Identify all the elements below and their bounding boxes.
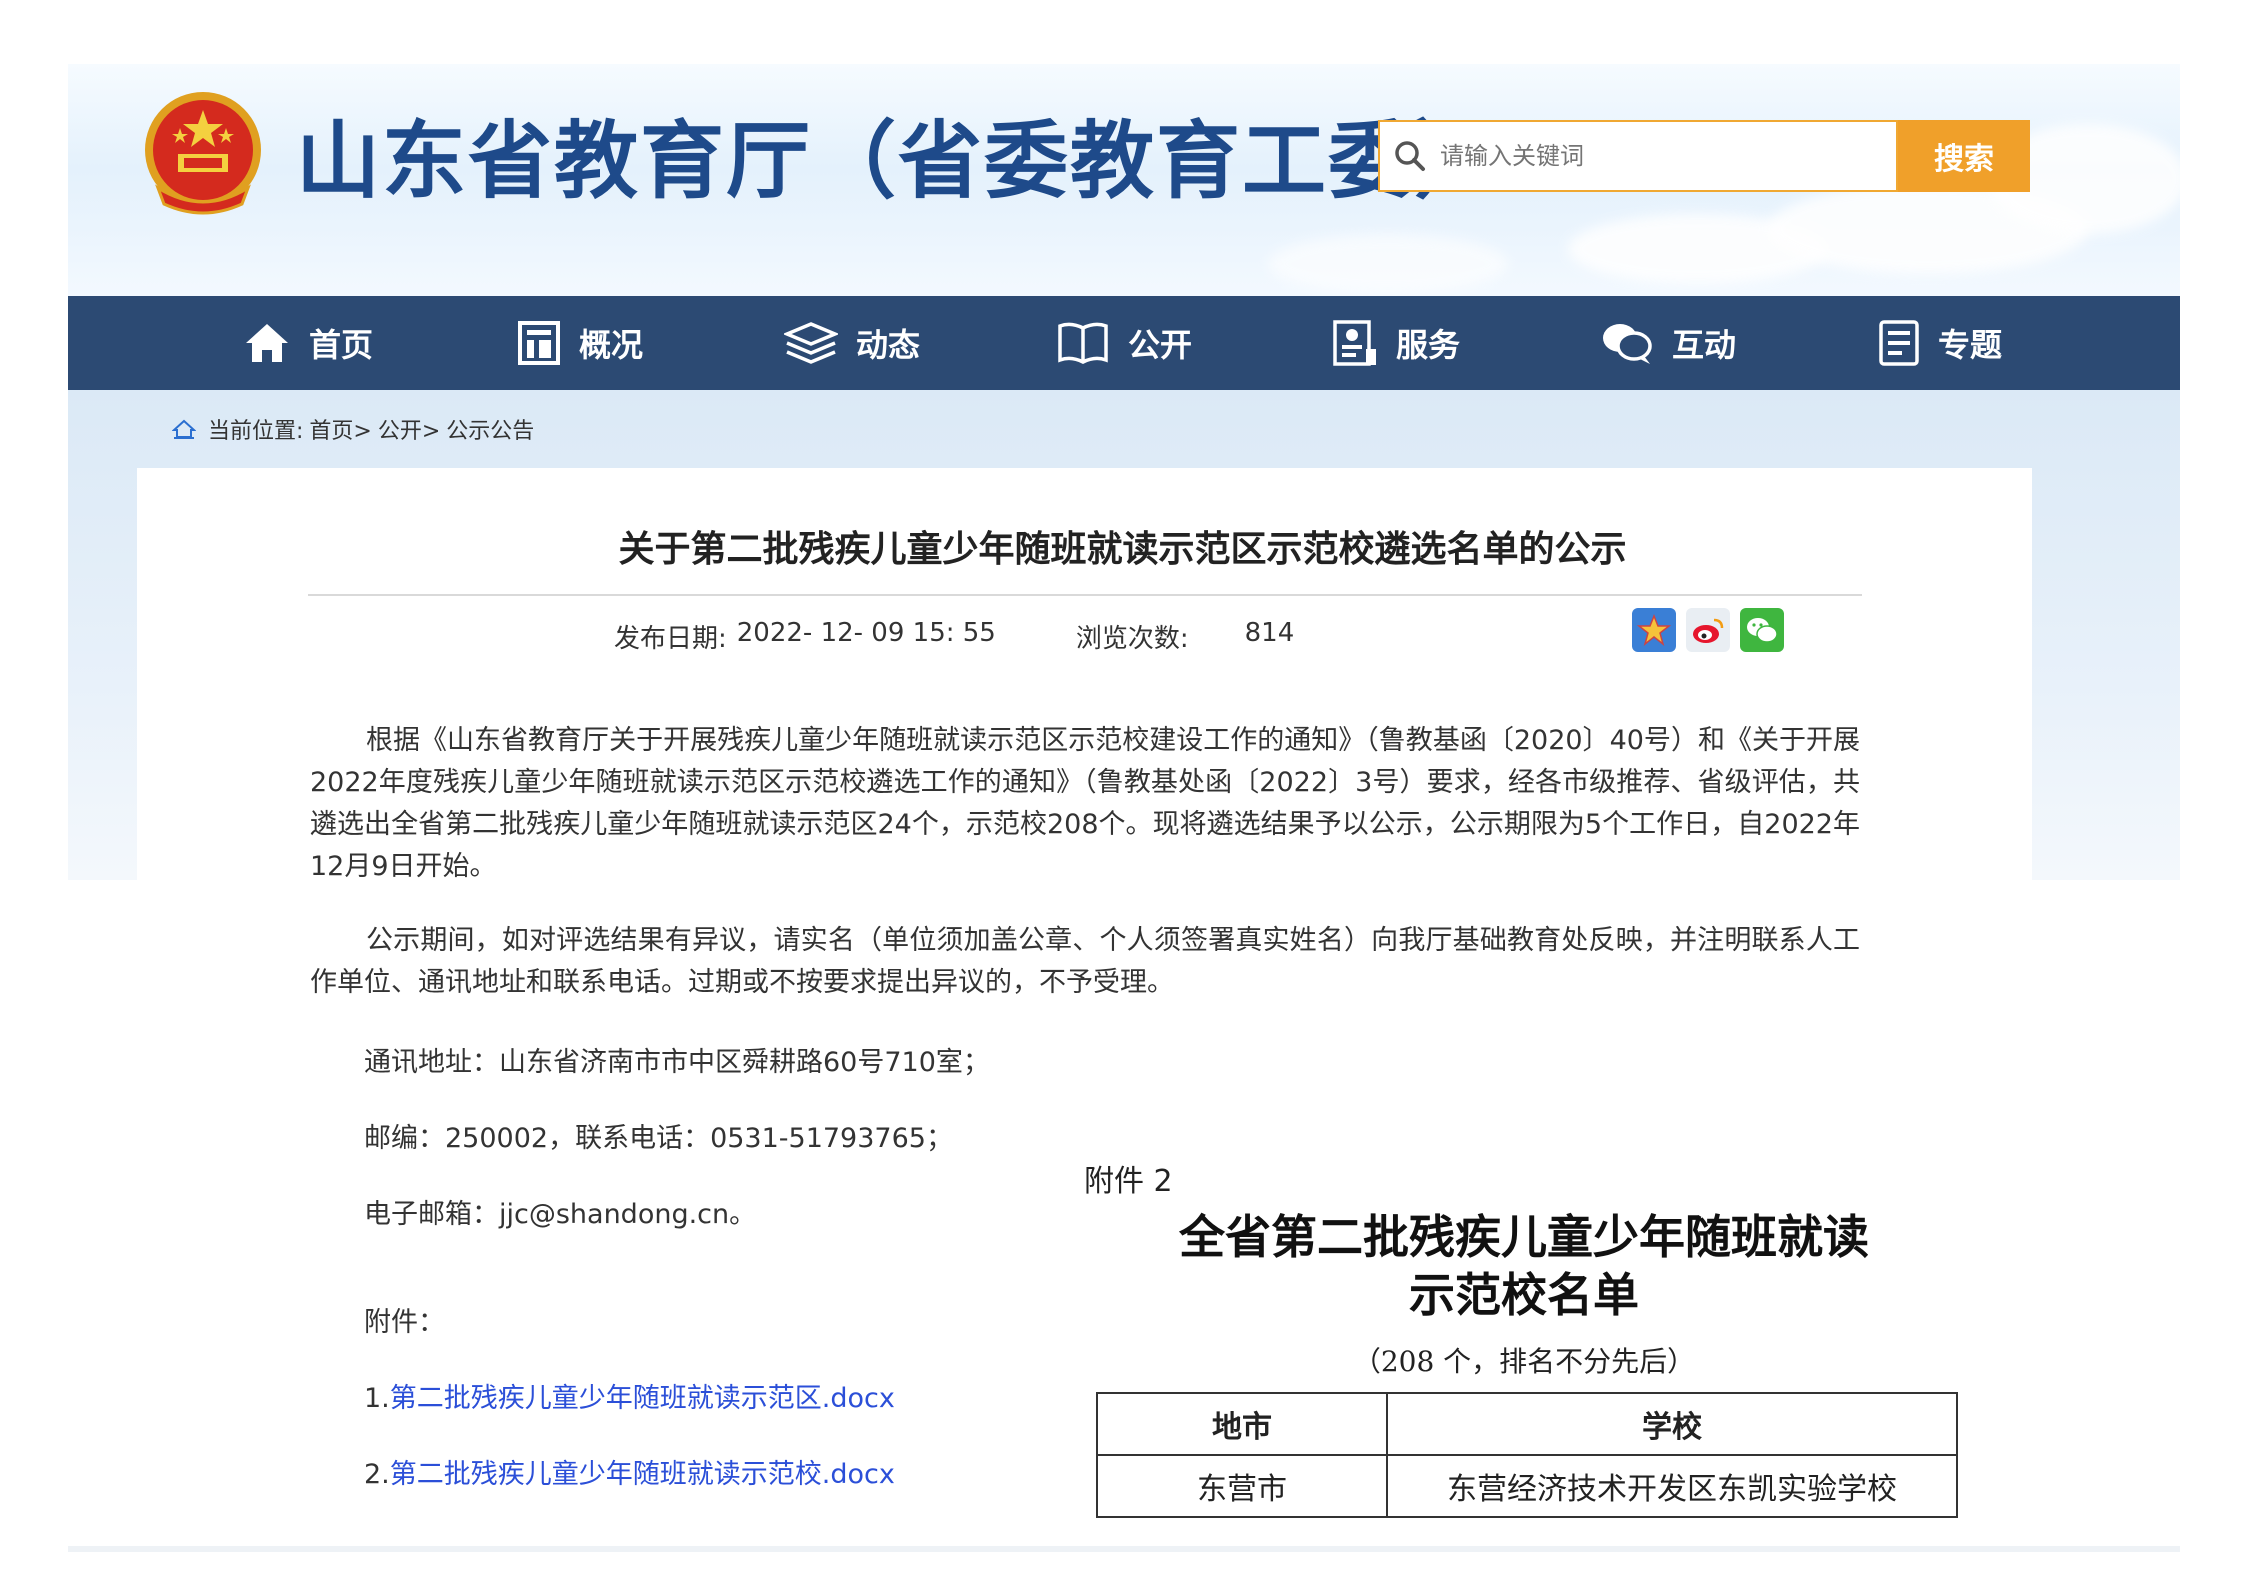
home-small-icon	[172, 419, 196, 439]
attachments-label: 附件：	[364, 1307, 445, 1338]
doc-subtitle: （208 个，排名不分先后）	[1352, 1345, 1696, 1378]
date-label: 发布日期:	[614, 624, 727, 654]
nav-item-overview[interactable]: 概况	[444, 296, 716, 390]
site-title[interactable]: 山东省教育厅（省委教育工委）	[296, 106, 1500, 216]
breadcrumb: 当前位置: 首页> 公开> 公示公告	[172, 414, 540, 444]
breadcrumb-home[interactable]: 首页>	[309, 413, 371, 445]
chat-icon	[1602, 324, 1652, 364]
attachment-item-1: 1.第二批残疾儿童少年随班就读示范区.docx	[364, 1376, 895, 1415]
nav-label: 公开	[1127, 326, 1192, 364]
contact-email: 电子邮箱：jjc@shandong.cn。	[364, 1199, 757, 1230]
column-header-school: 学校	[1386, 1392, 1958, 1456]
table-row: 东营市 东营经济技术开发区东凯实验学校	[1096, 1454, 1958, 1518]
doc-title-line-1: 全省第二批残疾儿童少年随班就读	[1179, 1210, 1869, 1264]
article-meta: 发布日期: 2022- 12- 09 15: 55 浏览次数: 814	[614, 618, 1294, 655]
national-emblem-logo	[138, 88, 268, 218]
nav-item-home[interactable]: 首页	[172, 296, 444, 390]
breadcrumb-public[interactable]: 公开>	[378, 413, 440, 445]
date-value: 2022- 12- 09 15: 55	[736, 618, 996, 648]
document-icon	[1879, 320, 1919, 366]
contact-postcode-phone: 邮编：250002，联系电话：0531-51793765；	[364, 1123, 953, 1154]
doc-title-line-2: 示范校名单	[1409, 1268, 1639, 1322]
share-buttons	[1632, 608, 1784, 652]
service-icon	[1333, 320, 1376, 366]
attachment-number: 2.	[364, 1459, 390, 1490]
breadcrumb-notices[interactable]: 公示公告	[446, 413, 534, 445]
nav-label: 专题	[1937, 326, 2002, 364]
nav-item-topics[interactable]: 专题	[1804, 296, 2076, 390]
attachment-item-2: 2.第二批残疾儿童少年随班就读示范校.docx	[364, 1452, 895, 1491]
doc-annex-label: 附件 2	[1084, 1164, 1173, 1199]
nav-item-service[interactable]: 服务	[1260, 296, 1532, 390]
search-box	[1378, 120, 1898, 192]
views-label: 浏览次数:	[1075, 624, 1189, 654]
search-input[interactable]	[1440, 122, 1896, 190]
page-bottom-divider	[68, 1546, 2180, 1552]
home-icon	[245, 324, 288, 362]
wechat-icon	[1747, 618, 1778, 643]
table-header-row: 地市 学校	[1096, 1392, 1958, 1456]
table-cell-city: 东营市	[1096, 1454, 1388, 1518]
nav-label: 概况	[578, 326, 643, 364]
article-paragraph-1: 根据《山东省教育厅关于开展残疾儿童少年随班就读示范区示范校建设工作的通知》（鲁教…	[310, 725, 1860, 882]
attachment-link-1[interactable]: 第二批残疾儿童少年随班就读示范区.docx	[390, 1383, 895, 1414]
main-nav: 首页 概况 动态 公开 服务 互动 专题	[68, 296, 2180, 390]
layers-icon	[783, 322, 838, 364]
views-value: 814	[1244, 618, 1295, 648]
book-icon	[1058, 322, 1108, 364]
site-header: 山东省教育厅（省委教育工委） 搜索	[68, 64, 2180, 296]
nav-label: 服务	[1395, 326, 1460, 364]
weibo-share-button[interactable]	[1686, 608, 1730, 652]
nav-item-news[interactable]: 动态	[716, 296, 988, 390]
nav-label: 动态	[855, 326, 920, 364]
contact-address: 通讯地址：山东省济南市市中区舜耕路60号710室；	[364, 1047, 990, 1078]
nav-label: 互动	[1671, 326, 1736, 364]
doc-title: 全省第二批残疾儿童少年随班就读 示范校名单	[1084, 1208, 1964, 1324]
search-icon	[1380, 122, 1440, 190]
attachment-number: 1.	[364, 1383, 390, 1414]
doc-school-table: 地市 学校 东营市 东营经济技术开发区东凯实验学校	[1096, 1392, 1958, 1518]
nav-item-interact[interactable]: 互动	[1532, 296, 1804, 390]
wechat-share-button[interactable]	[1740, 608, 1784, 652]
article-title: 关于第二批残疾儿童少年随班就读示范区示范校遴选名单的公示	[618, 529, 1627, 570]
attachment-link-2[interactable]: 第二批残疾儿童少年随班就读示范校.docx	[390, 1459, 895, 1490]
title-divider	[308, 594, 1862, 596]
column-header-city: 地市	[1096, 1392, 1388, 1456]
building-icon	[517, 321, 560, 365]
breadcrumb-prefix: 当前位置:	[208, 419, 304, 444]
article-paragraph-2: 公示期间，如对评选结果有异议，请实名（单位须加盖公章、个人须签署真实姓名）向我厅…	[310, 925, 1860, 998]
star-icon	[1637, 613, 1671, 646]
nav-item-public[interactable]: 公开	[988, 296, 1260, 390]
nav-label: 首页	[308, 326, 373, 364]
search-button[interactable]: 搜索	[1898, 120, 2030, 192]
table-cell-school: 东营经济技术开发区东凯实验学校	[1386, 1454, 1958, 1518]
favorite-share-button[interactable]	[1632, 608, 1676, 652]
weibo-icon	[1693, 618, 1724, 643]
